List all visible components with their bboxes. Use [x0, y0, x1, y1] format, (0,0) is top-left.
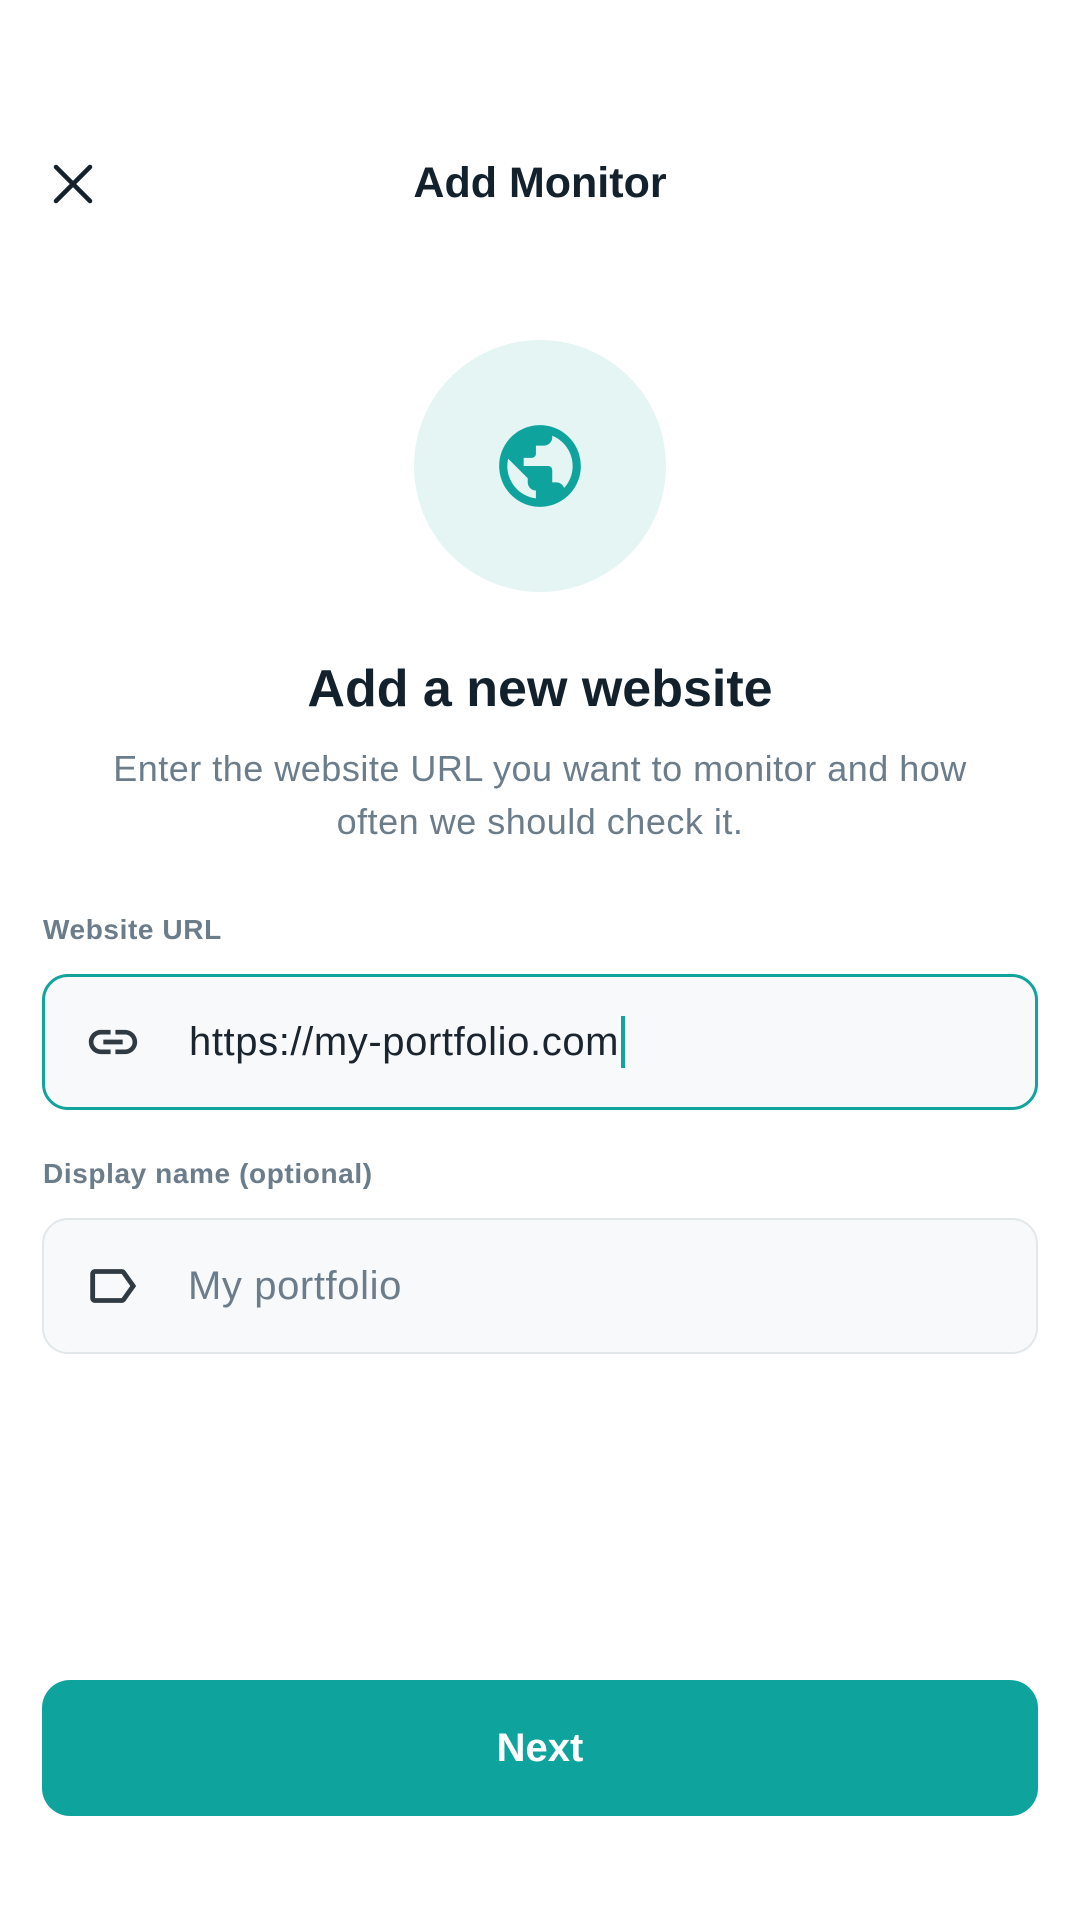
link-icon [80, 1009, 146, 1075]
website-url-text: https://my-portfolio.com [189, 1020, 620, 1064]
hero-icon-circle [414, 340, 666, 592]
globe-icon [499, 425, 581, 507]
display-name-label: Display name (optional) [43, 1158, 373, 1189]
hero-subtitle-line-1: Enter the website URL you want to monito… [113, 748, 967, 789]
website-url-input[interactable]: https://my-portfolio.com [42, 974, 1038, 1110]
next-button[interactable]: Next [42, 1680, 1038, 1816]
add-monitor-screen: Add Monitor Add a new website Enter the … [0, 0, 1080, 1920]
hero-subtitle: Enter the website URL you want to monito… [60, 742, 1020, 848]
hero-subtitle-line-2: often we should check it. [336, 801, 744, 842]
tag-icon [79, 1253, 145, 1319]
display-name-input[interactable]: My portfolio [42, 1218, 1038, 1354]
display-name-placeholder: My portfolio [188, 1264, 402, 1308]
website-url-label: Website URL [43, 914, 222, 945]
website-url-value: https://my-portfolio.com [189, 1014, 626, 1070]
hero-title: Add a new website [307, 660, 773, 718]
text-caret [621, 1016, 626, 1068]
page-title: Add Monitor [413, 159, 667, 207]
